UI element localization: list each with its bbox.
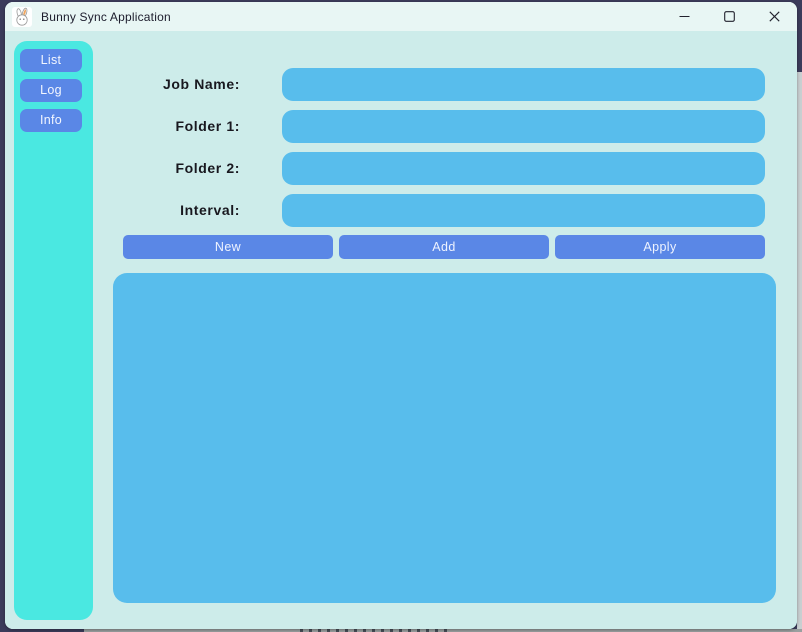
maximize-button[interactable]	[707, 2, 752, 31]
window-title: Bunny Sync Application	[41, 10, 171, 24]
apply-button[interactable]: Apply	[555, 235, 765, 259]
bunny-icon	[12, 7, 32, 27]
output-panel[interactable]	[113, 273, 776, 603]
folder-2-label: Folder 2:	[95, 152, 240, 185]
interval-input[interactable]	[282, 194, 765, 227]
sidebar-item-info[interactable]: Info	[20, 109, 82, 132]
sidebar-item-list[interactable]: List	[20, 49, 82, 72]
title-bar[interactable]: Bunny Sync Application	[5, 2, 797, 31]
app-window: Bunny Sync Application	[5, 2, 797, 629]
folder-2-input[interactable]	[282, 152, 765, 185]
desktop-background: Bunny Sync Application	[0, 0, 802, 632]
close-icon	[769, 11, 780, 22]
sidebar: List Log Info	[14, 41, 93, 620]
folder-1-label: Folder 1:	[95, 110, 240, 143]
maximize-icon	[724, 11, 735, 22]
background-window-edge	[797, 72, 802, 632]
minimize-button[interactable]	[662, 2, 707, 31]
sidebar-item-log[interactable]: Log	[20, 79, 82, 102]
window-controls	[662, 2, 797, 31]
close-button[interactable]	[752, 2, 797, 31]
folder-1-input[interactable]	[282, 110, 765, 143]
job-name-input[interactable]	[282, 68, 765, 101]
job-name-label: Job Name:	[95, 68, 240, 101]
interval-label: Interval:	[95, 194, 240, 227]
minimize-icon	[679, 11, 690, 22]
add-button[interactable]: Add	[339, 235, 549, 259]
new-button[interactable]: New	[123, 235, 333, 259]
main-content: List Log Info Job Name: Folder 1: Folder…	[5, 31, 797, 629]
